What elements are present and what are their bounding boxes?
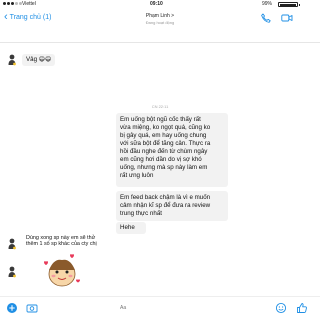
message-line: rất ưng luôn [120, 172, 154, 179]
contact-name: Phạm Linh > [145, 13, 175, 19]
camera-icon[interactable] [26, 302, 38, 314]
battery-icon [278, 2, 300, 7]
phone-icon[interactable] [260, 13, 272, 23]
message-bubble-reply: Vâg 😄😄 [22, 54, 56, 66]
message-input[interactable] [120, 303, 220, 313]
contact-avatar[interactable] [7, 54, 17, 66]
battery-percent: 99% [262, 1, 273, 7]
composer-bar [0, 296, 320, 320]
message-line: hồi đầu nghe đến từ chùm ngây [120, 148, 208, 155]
message-line: cảm nhận kĩ sp để đưa ra review [120, 202, 211, 209]
emoji-icon: 😄😄 [38, 57, 52, 63]
sticker-image [44, 254, 80, 287]
clock: 09:10 [150, 1, 163, 7]
chat-header: ‹ Trang chủ (1) Phạm Linh > Đang hoạt độ… [0, 9, 320, 43]
message-line: với sữa bột để tăng cân. Thực ra [120, 140, 211, 147]
video-icon[interactable] [281, 13, 293, 23]
final-message-text: Dùng xong sp này em sẽ thử thêm 1 số sp k… [22, 234, 124, 249]
message-line: bị gây quá, em hay uống chung [120, 132, 207, 139]
message-bubble-short: Hehe [116, 222, 146, 234]
signal-dots-icon [3, 2, 22, 5]
contact-title[interactable]: Phạm Linh > Đang hoạt động [128, 13, 192, 25]
short-message-text: Hehe [120, 224, 135, 231]
contact-avatar[interactable] [7, 238, 17, 250]
chevron-left-icon: ‹ [4, 11, 8, 23]
message-bubble-long: Em uống bột ngũ cốc thấy rất vừa miệng, k… [116, 113, 228, 187]
message-line: Em uống bột ngũ cốc thấy rất [120, 116, 201, 123]
message-bubble-final: Dùng xong sp này em sẽ thử thêm 1 số sp k… [22, 234, 124, 250]
long-message-text: Em uống bột ngũ cốc thấy rất vừa miệng, k… [116, 113, 228, 183]
carrier-label: Viettel [22, 1, 36, 7]
feedback-message-text: Em feed back chậm là vì e muốn cảm nhận k… [116, 191, 228, 221]
back-label: Trang chủ (1) [9, 14, 52, 21]
message-line: uống, nhưng mà sp này làm em [120, 164, 208, 171]
contact-avatar[interactable] [7, 266, 17, 278]
status-bar: Viettel 09:10 99% [0, 0, 320, 9]
like-icon[interactable] [296, 302, 308, 314]
message-bubble-feedback: Em feed back chậm là vì e muốn cảm nhận k… [116, 191, 228, 221]
message-line: Em feed back chậm là vì e muốn [120, 194, 211, 201]
message-line: thêm 1 số sp khác của cty chị [26, 241, 97, 248]
back-button[interactable]: ‹ Trang chủ (1) [4, 12, 51, 23]
smile-icon[interactable] [275, 302, 287, 314]
message-line: em cũng hơi dần do vị sợ khó [120, 156, 202, 163]
message-line: vừa miệng, ko ngọt quá, cũng ko [120, 124, 211, 131]
message-timestamp: CN 22:11 [151, 104, 169, 109]
add-icon[interactable] [6, 302, 18, 314]
message-line: trung thực nhất [120, 210, 162, 217]
contact-status: Đang hoạt động [145, 20, 175, 25]
reply-text: Vâg [26, 56, 38, 63]
